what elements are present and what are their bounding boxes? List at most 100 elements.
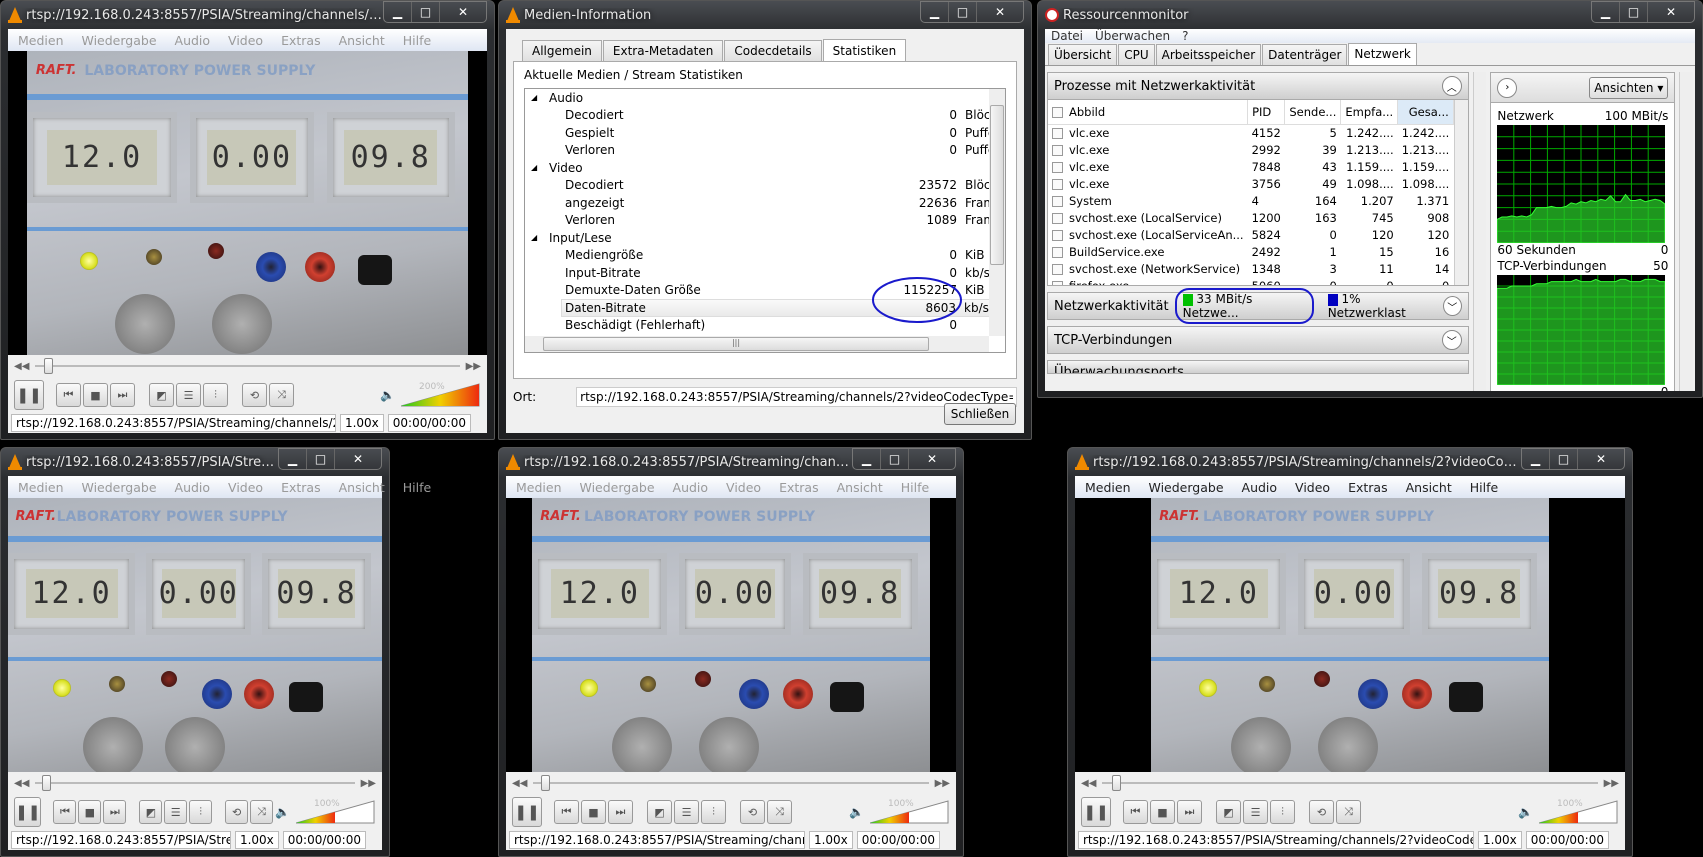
- menu-datei[interactable]: Datei: [1051, 29, 1083, 43]
- close-button[interactable]: ✕: [335, 449, 381, 469]
- next-button[interactable]: ⏭: [103, 800, 127, 824]
- left-pane-scrollbar[interactable]: [1472, 72, 1487, 391]
- previous-button[interactable]: ⏮: [1123, 800, 1148, 824]
- stop-button[interactable]: ■: [83, 383, 108, 407]
- fullscreen-button[interactable]: ◩: [647, 800, 672, 824]
- extended-settings-button[interactable]: ⫶: [1270, 800, 1295, 824]
- menu-medien[interactable]: Medien: [516, 480, 562, 495]
- table-scrollbar[interactable]: [1453, 100, 1468, 285]
- seek-handle[interactable]: [41, 775, 51, 791]
- playback-speed[interactable]: 1.00x: [808, 831, 853, 849]
- menu-medien[interactable]: Medien: [18, 33, 64, 48]
- process-row[interactable]: svchost.exe (LocalServiceAn... 5824 0 120 12…: [1048, 226, 1453, 243]
- row-checkbox[interactable]: [1052, 161, 1063, 173]
- close-dialog-button[interactable]: Schließen: [944, 403, 1016, 425]
- menu-extras[interactable]: Extras: [281, 480, 321, 495]
- playlist-button[interactable]: ☰: [674, 800, 699, 824]
- menu-ansicht[interactable]: Ansicht: [1406, 480, 1452, 495]
- shuffle-button[interactable]: ⤨: [250, 800, 274, 824]
- playback-speed[interactable]: 1.00x: [1477, 831, 1522, 849]
- seek-handle[interactable]: [43, 358, 53, 374]
- menu-extras[interactable]: Extras: [281, 33, 321, 48]
- previous-button[interactable]: ⏮: [56, 383, 81, 407]
- volume-slider[interactable]: 100%: [869, 799, 950, 825]
- rewind-icon[interactable]: ◀◀: [14, 778, 29, 789]
- process-row[interactable]: firefox.exe 5060 0 0 0: [1048, 277, 1453, 285]
- shuffle-button[interactable]: ⤨: [269, 383, 294, 407]
- views-button[interactable]: Ansichten ▾: [1589, 76, 1669, 99]
- seek-track[interactable]: [35, 358, 460, 374]
- fullscreen-button[interactable]: ◩: [1216, 800, 1241, 824]
- pause-button[interactable]: ❚❚: [14, 380, 44, 410]
- menu-ansicht[interactable]: Ansicht: [339, 33, 385, 48]
- fullscreen-button[interactable]: ◩: [139, 800, 163, 824]
- extended-settings-button[interactable]: ⫶: [189, 800, 213, 824]
- minimize-button[interactable]: ▁: [1522, 449, 1550, 469]
- close-button[interactable]: ✕: [977, 2, 1023, 22]
- stop-button[interactable]: ■: [1150, 800, 1175, 824]
- menu-ansicht[interactable]: Ansicht: [339, 480, 385, 495]
- menu-video[interactable]: Video: [228, 480, 263, 495]
- minimize-button[interactable]: ▁: [1592, 2, 1620, 22]
- expand-icon[interactable]: ﹀: [1441, 330, 1462, 350]
- rewind-icon[interactable]: ◀◀: [14, 361, 29, 372]
- playback-time[interactable]: 00:00/00:00: [1525, 831, 1609, 849]
- horizontal-scrollbar[interactable]: |||: [525, 336, 989, 352]
- process-row[interactable]: vlc.exe 7848 43 1.159.... 1.159....: [1048, 158, 1453, 175]
- menu-extras[interactable]: Extras: [779, 480, 819, 495]
- menu-ueberwachen[interactable]: Überwachen: [1095, 29, 1170, 43]
- seek-handle[interactable]: [541, 775, 551, 791]
- shuffle-button[interactable]: ⤨: [767, 800, 792, 824]
- seek-track[interactable]: [533, 775, 929, 791]
- playback-time[interactable]: 00:00/00:00: [856, 831, 940, 849]
- previous-button[interactable]: ⏮: [554, 800, 579, 824]
- pause-button[interactable]: ❚❚: [1081, 797, 1111, 827]
- collapse-triangle-icon[interactable]: ◢: [531, 163, 549, 172]
- stat-row[interactable]: Mediengröße 0 KiB: [525, 247, 1005, 265]
- maximize-button[interactable]: □: [1620, 2, 1648, 22]
- menu-audio[interactable]: Audio: [673, 480, 709, 495]
- video-area[interactable]: RAFT. LABORATORY POWER SUPPLY 12.0 0.00 …: [8, 51, 487, 355]
- playback-speed[interactable]: 1.00x: [234, 831, 279, 849]
- maximize-button[interactable]: □: [307, 449, 335, 469]
- column-sende[interactable]: Sende...: [1284, 100, 1342, 125]
- playlist-button[interactable]: ☰: [164, 800, 188, 824]
- pause-button[interactable]: ❚❚: [512, 797, 542, 827]
- process-row[interactable]: vlc.exe 4152 5 1.242.... 1.242....: [1048, 124, 1453, 141]
- minimize-button[interactable]: ▁: [853, 449, 881, 469]
- speaker-icon[interactable]: 🔈: [380, 388, 395, 402]
- menu-audio[interactable]: Audio: [1242, 480, 1278, 495]
- speaker-icon[interactable]: 🔈: [1518, 805, 1533, 819]
- maximize-button[interactable]: □: [412, 2, 440, 22]
- fullscreen-button[interactable]: ◩: [149, 383, 174, 407]
- fast-forward-icon[interactable]: ▶▶: [361, 778, 376, 789]
- close-button[interactable]: ✕: [1648, 2, 1694, 22]
- menu-help[interactable]: ?: [1182, 29, 1188, 43]
- close-button[interactable]: ✕: [440, 2, 486, 22]
- playback-time[interactable]: 00:00/00:00: [387, 414, 471, 432]
- row-checkbox[interactable]: [1052, 195, 1063, 207]
- menu-wiedergabe[interactable]: Wiedergabe: [580, 480, 655, 495]
- activity-section-header[interactable]: Netzwerkaktivität 33 MBit/s Netzwe... 1%…: [1047, 288, 1469, 324]
- menu-wiedergabe[interactable]: Wiedergabe: [1149, 480, 1224, 495]
- stat-row[interactable]: angezeigt 22636 Frames: [525, 194, 1005, 212]
- fast-forward-icon[interactable]: ▶▶: [466, 361, 481, 372]
- extended-settings-button[interactable]: ⫶: [701, 800, 726, 824]
- tab-übersicht[interactable]: Übersicht: [1048, 44, 1118, 65]
- collapse-triangle-icon[interactable]: ◢: [531, 93, 549, 102]
- close-button[interactable]: ✕: [1578, 449, 1624, 469]
- menu-medien[interactable]: Medien: [18, 480, 64, 495]
- tab-cpu[interactable]: CPU: [1118, 44, 1155, 65]
- stat-row[interactable]: Verloren 0 Puffer: [525, 142, 1005, 160]
- speaker-icon[interactable]: 🔈: [849, 805, 864, 819]
- vertical-scrollbar[interactable]: [989, 89, 1005, 336]
- row-checkbox[interactable]: [1052, 263, 1063, 275]
- process-row[interactable]: svchost.exe (LocalService) 1200 163 745 908: [1048, 209, 1453, 226]
- tab-extra-metadaten[interactable]: Extra-Metadaten: [602, 40, 724, 61]
- fast-forward-icon[interactable]: ▶▶: [935, 778, 950, 789]
- loop-button[interactable]: ⟲: [1309, 800, 1334, 824]
- stop-button[interactable]: ■: [78, 800, 102, 824]
- row-checkbox[interactable]: [1052, 246, 1063, 258]
- row-checkbox[interactable]: [1052, 229, 1063, 241]
- process-row[interactable]: System 4 164 1.207 1.371: [1048, 192, 1453, 209]
